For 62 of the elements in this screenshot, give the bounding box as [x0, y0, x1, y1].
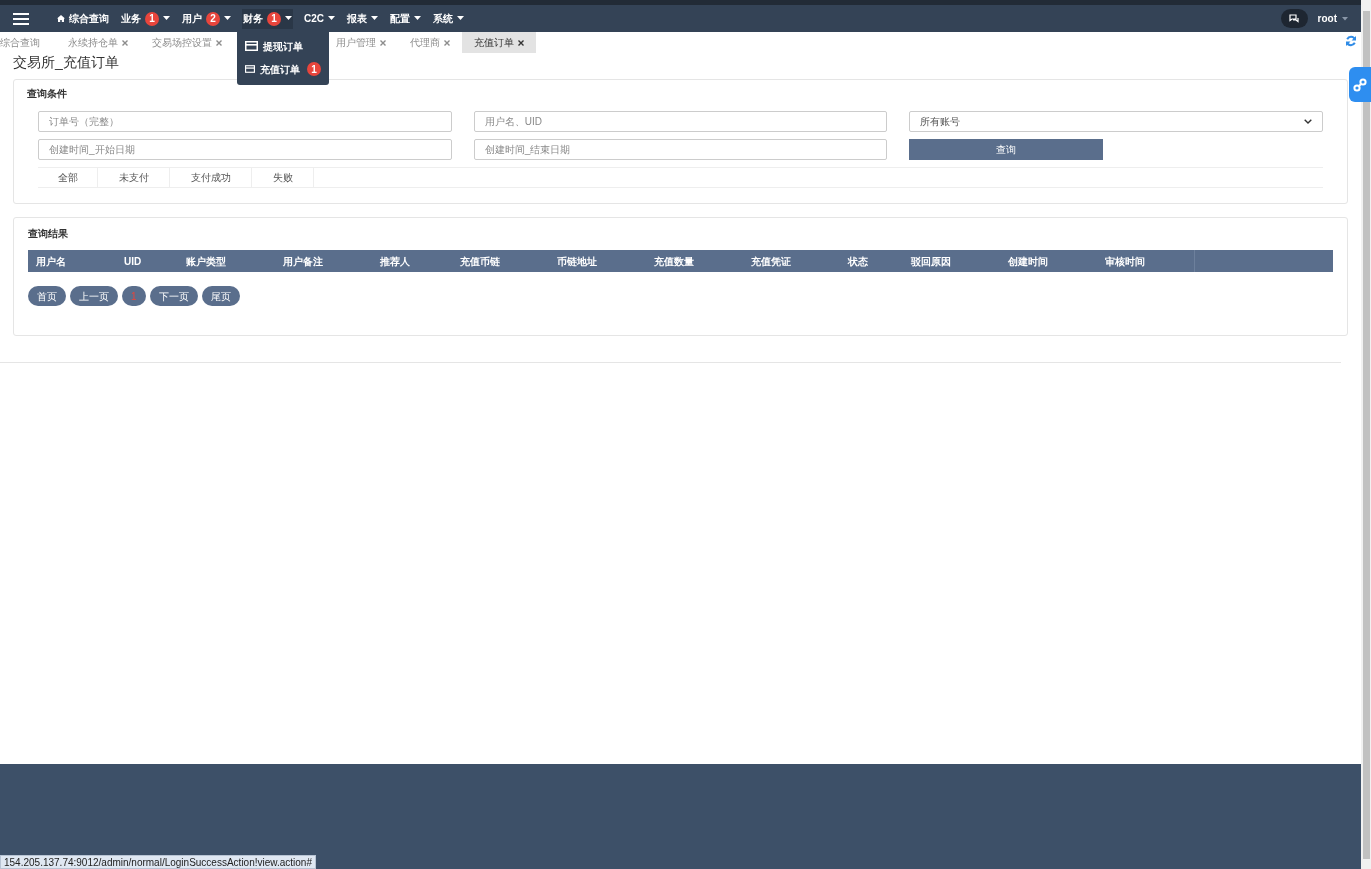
card-icon: [245, 41, 258, 51]
column-header: 币链地址: [556, 254, 598, 269]
page-tab[interactable]: 交易场控设置: [140, 32, 234, 53]
page-tab[interactable]: 综合查询: [0, 32, 56, 53]
panel-title: 查询条件: [27, 87, 67, 101]
column-header: 账户类型: [185, 254, 227, 269]
input-field[interactable]: 创建时间_结束日期: [473, 139, 888, 160]
nav-menu-item[interactable]: 用户 2: [181, 8, 232, 29]
caret-icon: [1342, 16, 1348, 21]
pagination-button[interactable]: 首页: [28, 286, 66, 306]
chat-icon: [1288, 14, 1300, 23]
chevron-icon: [1304, 119, 1312, 124]
dropdown-item[interactable]: 充值订单 1: [237, 57, 329, 81]
page-tab[interactable]: 永续持仓单: [56, 32, 140, 53]
status-tab[interactable]: 失败: [252, 168, 314, 187]
column-header: 充值数量: [653, 254, 695, 269]
count-badge: 2: [206, 11, 220, 26]
nav-menu-item[interactable]: 配置: [389, 8, 422, 29]
input-field[interactable]: 订单号（完整）: [38, 111, 452, 132]
column-header: 充值币链: [459, 254, 501, 269]
panel-title: 查询结果: [28, 227, 68, 241]
column-header: 用户备注: [282, 254, 324, 269]
input-field[interactable]: 用户名、UID: [473, 111, 888, 132]
status-url: 154.205.137.74:9012/admin/normal/LoginSuccessAction!view.action#: [0, 855, 316, 869]
menu-icon[interactable]: [13, 12, 29, 25]
link-button[interactable]: [1349, 67, 1371, 102]
link-icon: [1353, 77, 1367, 92]
nav-menu-item[interactable]: 综合查询: [56, 8, 110, 29]
page-tab[interactable]: 充值订单: [462, 32, 536, 53]
input-field[interactable]: 创建时间_开始日期: [38, 139, 452, 160]
nav-menu-item[interactable]: C2C: [303, 8, 336, 29]
card-icon: [245, 64, 255, 74]
count-badge: 1: [307, 62, 321, 76]
nav-menu-item[interactable]: 系统: [432, 8, 465, 29]
column-header: 充值凭证: [750, 254, 792, 269]
column-header: UID: [123, 254, 143, 269]
pagination-button[interactable]: 上一页: [70, 286, 118, 306]
nav-menu-item[interactable]: 报表: [346, 8, 379, 29]
column-header: 推荐人: [379, 254, 411, 269]
close-icon[interactable]: [518, 39, 524, 46]
refresh-icon[interactable]: [1345, 35, 1357, 47]
count-badge: 1: [267, 11, 281, 26]
column-header: 创建时间: [1007, 254, 1049, 269]
nav-menu-item[interactable]: 财务 1: [242, 8, 293, 29]
user-menu[interactable]: root: [1317, 11, 1348, 26]
search-button[interactable]: 查询: [909, 139, 1104, 160]
home-icon: [57, 15, 65, 22]
status-tab[interactable]: 未支付: [98, 168, 170, 187]
column-header: 状态: [846, 254, 869, 269]
page-title: 交易所_充值订单: [13, 53, 119, 71]
status-tab[interactable]: 支付成功: [170, 168, 252, 187]
nav-menu-item[interactable]: 业务 1: [120, 8, 171, 29]
column-header: 审核时间: [1104, 254, 1146, 269]
status-tab[interactable]: 全部: [38, 168, 98, 187]
column-header: 驳回原因: [910, 254, 952, 269]
column-header: 用户名: [35, 254, 67, 269]
chat-button[interactable]: [1280, 9, 1308, 28]
pagination-button[interactable]: 下一页: [149, 286, 198, 306]
pagination-button[interactable]: 尾页: [201, 286, 240, 306]
account-select[interactable]: 所有账号: [909, 111, 1323, 132]
page-tab[interactable]: 代理商: [398, 32, 462, 53]
count-badge: 1: [145, 11, 159, 26]
